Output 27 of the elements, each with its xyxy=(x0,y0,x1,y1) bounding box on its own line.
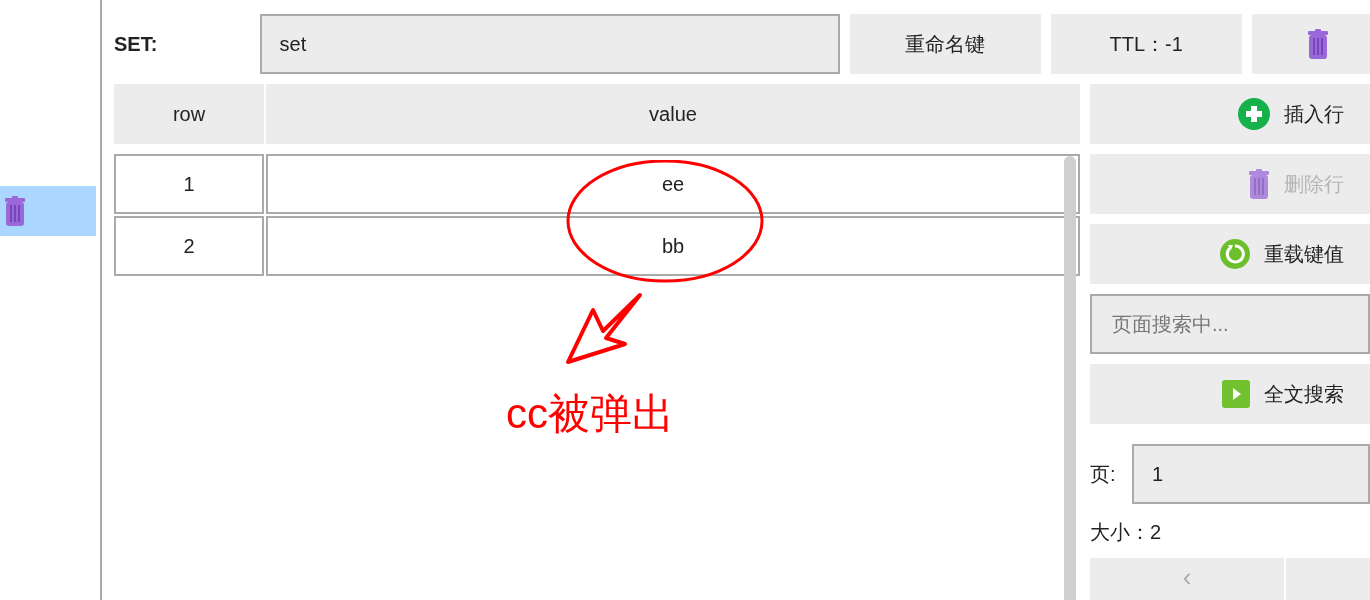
ttl-button[interactable]: TTL：-1 xyxy=(1050,14,1242,74)
table-cell: ee xyxy=(266,154,1080,214)
annotation-text: cc被弹出 xyxy=(506,389,674,439)
key-name-field[interactable]: set xyxy=(259,14,840,74)
key-type-label: SET: xyxy=(114,32,159,56)
page-field[interactable]: 1 xyxy=(1132,444,1370,504)
search-field[interactable]: 页面搜索中... xyxy=(1090,294,1370,354)
refresh-icon xyxy=(1220,239,1250,269)
table-cell: 1 xyxy=(114,154,264,214)
page-label: 页: xyxy=(1090,461,1117,487)
fulltext-search-button[interactable]: 全文搜索 xyxy=(1090,364,1370,424)
reload-row-button[interactable]: 重载键值 xyxy=(1090,224,1370,284)
column-header[interactable]: row xyxy=(114,84,264,144)
trash-icon xyxy=(1248,169,1270,199)
insert-row-button[interactable]: 插入行 xyxy=(1090,84,1370,144)
table-cell: bb xyxy=(266,216,1080,276)
rename-key-button[interactable]: 重命名键 xyxy=(849,14,1041,74)
plus-icon xyxy=(1238,98,1270,130)
sidebar-item[interactable] xyxy=(0,186,96,236)
delete-key-button[interactable] xyxy=(1251,14,1370,74)
size-text: 大小：2 xyxy=(1090,519,1162,545)
table-cell: 2 xyxy=(114,216,264,276)
scrollbar[interactable] xyxy=(1064,156,1076,600)
trash-icon xyxy=(4,196,26,226)
play-icon xyxy=(1222,380,1250,408)
trash-icon xyxy=(1306,29,1329,59)
column-header[interactable]: value xyxy=(266,84,1080,144)
